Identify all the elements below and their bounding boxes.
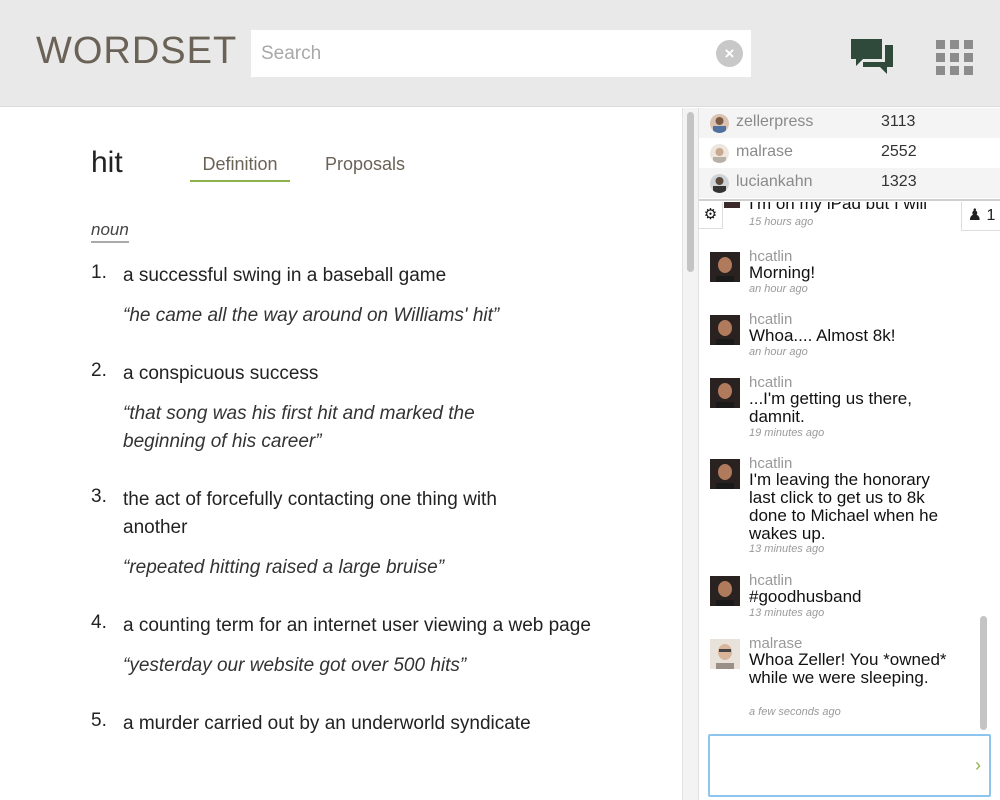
leaderboard-row[interactable]: luciankahn 1323 bbox=[699, 168, 1000, 198]
chat-message-partial: I'm on my iPad but I will 15 hours ago bbox=[724, 202, 964, 232]
gear-icon[interactable]: ⚙ bbox=[699, 202, 723, 229]
chat-message-time: 15 hours ago bbox=[749, 216, 814, 228]
tab-proposals[interactable]: Proposals bbox=[325, 154, 405, 180]
definition-number: 3. bbox=[91, 486, 107, 507]
definition-example: “yesterday our website got over 500 hits… bbox=[123, 655, 467, 676]
chat-message-time: 19 minutes ago bbox=[749, 427, 825, 439]
top-header: WORDSET × bbox=[0, 0, 1000, 107]
chat-messages: ⚙ ♟ 1 I'm on my iPad but I will 15 hours… bbox=[699, 202, 1000, 730]
leaderboard-score: 2552 bbox=[881, 143, 917, 160]
chat-input-box: › bbox=[708, 734, 991, 797]
definition-number: 2. bbox=[91, 360, 107, 381]
apps-grid-icon[interactable] bbox=[936, 40, 974, 76]
definition-text: a successful swing in a baseball game bbox=[123, 265, 447, 286]
chat-message-text: Morning! bbox=[749, 263, 816, 282]
avatar bbox=[710, 252, 740, 282]
search-input[interactable] bbox=[251, 30, 711, 77]
chat-message-text: #goodhusband bbox=[749, 587, 862, 606]
leaderboard-row[interactable]: zellerpress 3113 bbox=[699, 108, 1000, 138]
chat-message: hcatlin #goodhusband 13 minutes ago bbox=[699, 572, 979, 622]
avatar bbox=[710, 315, 740, 345]
chat-message-time: a few seconds ago bbox=[749, 706, 841, 718]
wordset-logo[interactable]: WORDSET bbox=[36, 30, 237, 73]
chat-message: malrase Whoa Zeller! You *owned* while w… bbox=[699, 635, 979, 720]
chat-message: hcatlin Morning! an hour ago bbox=[699, 248, 979, 298]
main-scrollbar-thumb[interactable] bbox=[687, 112, 694, 272]
avatar bbox=[710, 576, 740, 606]
definition-example: “repeated hitting raised a large bruise” bbox=[123, 557, 445, 578]
chat-message-time: an hour ago bbox=[749, 346, 808, 358]
chat-message: hcatlin Whoa.... Almost 8k! an hour ago bbox=[699, 311, 979, 361]
chat-message-text: I'm on my iPad but I will bbox=[749, 202, 928, 213]
leaderboard-username: malrase bbox=[736, 143, 793, 160]
part-of-speech: noun bbox=[91, 220, 129, 243]
chat-sidebar: zellerpress 3113 malrase 2552 luciankahn… bbox=[698, 108, 1000, 800]
chat-message-time: an hour ago bbox=[749, 283, 808, 295]
chat-message: hcatlin I'm leaving the honorary last cl… bbox=[699, 455, 979, 560]
leaderboard-score: 1323 bbox=[881, 173, 917, 190]
chat-message-text: ...I'm getting us there, damnit. bbox=[749, 389, 912, 426]
definition-number: 1. bbox=[91, 262, 107, 283]
chat-message: hcatlin ...I'm getting us there, damnit.… bbox=[699, 374, 979, 444]
send-arrow-icon[interactable]: › bbox=[975, 755, 981, 776]
avatar bbox=[710, 459, 740, 489]
chat-bubbles-icon[interactable] bbox=[849, 37, 895, 79]
definition-list: 1. a successful swing in a baseball game… bbox=[91, 262, 611, 738]
user-icon: ♟ bbox=[967, 207, 982, 224]
avatar bbox=[710, 639, 740, 669]
definition-text: a murder carried out by an underworld sy… bbox=[123, 713, 531, 734]
definition-text: a conspicuous success bbox=[123, 363, 319, 384]
chat-scrollbar[interactable] bbox=[978, 232, 988, 730]
chat-message-time: 13 minutes ago bbox=[749, 607, 825, 619]
online-users-button[interactable]: ♟ 1 bbox=[961, 202, 1000, 231]
avatar bbox=[710, 174, 729, 193]
clear-search-icon[interactable]: × bbox=[716, 40, 743, 67]
search-box: × bbox=[251, 30, 751, 77]
definition-text: a counting term for an internet user vie… bbox=[123, 615, 591, 636]
leaderboard-row[interactable]: malrase 2552 bbox=[699, 138, 1000, 168]
definition-item: 3. the act of forcefully contacting one … bbox=[91, 486, 611, 582]
chat-scrollbar-thumb[interactable] bbox=[980, 616, 987, 730]
definition-item: 1. a successful swing in a baseball game… bbox=[91, 262, 611, 330]
definition-item: 5. a murder carried out by an underworld… bbox=[91, 710, 611, 738]
tab-definition[interactable]: Definition bbox=[190, 154, 290, 182]
avatar bbox=[710, 144, 729, 163]
definition-example: “that song was his first hit and marked … bbox=[123, 403, 475, 452]
definition-text: the act of forcefully contacting one thi… bbox=[123, 489, 497, 538]
main-scrollbar[interactable] bbox=[682, 108, 698, 800]
chat-input[interactable] bbox=[714, 740, 964, 792]
chat-message-text: Whoa.... Almost 8k! bbox=[749, 326, 896, 345]
leaderboard-username: luciankahn bbox=[736, 173, 813, 190]
chat-message-time: 13 minutes ago bbox=[749, 543, 825, 555]
online-count: 1 bbox=[986, 207, 996, 224]
definition-panel: hit Definition Proposals noun 1. a succe… bbox=[0, 108, 682, 800]
leaderboard: zellerpress 3113 malrase 2552 luciankahn… bbox=[699, 108, 1000, 201]
definition-item: 2. a conspicuous success “that song was … bbox=[91, 360, 611, 456]
definition-example: “he came all the way around on Williams'… bbox=[123, 305, 500, 326]
leaderboard-username: zellerpress bbox=[736, 113, 814, 130]
avatar bbox=[710, 114, 729, 133]
avatar bbox=[724, 202, 740, 208]
avatar bbox=[710, 378, 740, 408]
chat-message-text: I'm leaving the honorary last click to g… bbox=[749, 470, 939, 543]
definition-number: 5. bbox=[91, 710, 107, 731]
chat-message-text: Whoa Zeller! You *owned* while we were s… bbox=[749, 650, 947, 687]
definition-item: 4. a counting term for an internet user … bbox=[91, 612, 611, 680]
entry-word: hit bbox=[91, 146, 123, 179]
leaderboard-score: 3113 bbox=[881, 113, 916, 130]
definition-number: 4. bbox=[91, 612, 107, 633]
